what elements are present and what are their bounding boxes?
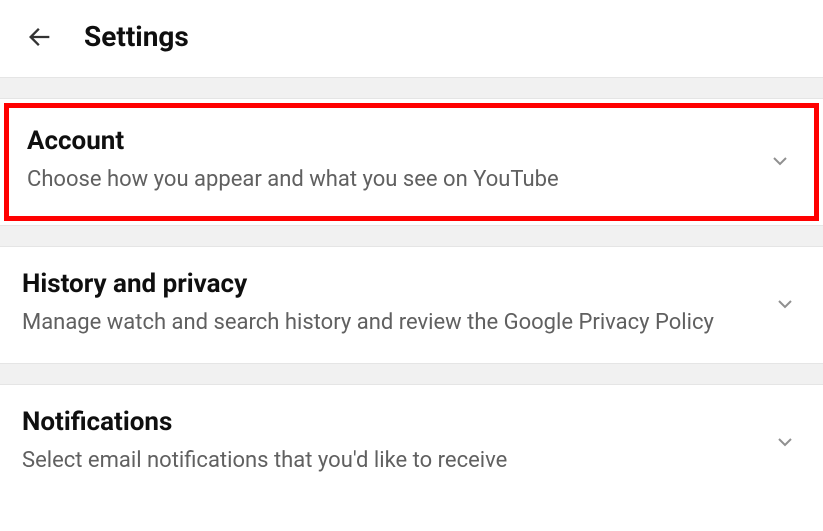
chevron-down-icon [771, 290, 799, 318]
section-divider [0, 363, 823, 385]
settings-item-text: Account Choose how you appear and what y… [27, 126, 766, 196]
chevron-down-icon [766, 147, 794, 175]
settings-item-title: Account [27, 126, 746, 156]
settings-item-text: History and privacy Manage watch and sea… [22, 269, 771, 339]
settings-header: Settings [0, 0, 823, 77]
page-title: Settings [84, 20, 189, 53]
settings-item-title: Notifications [22, 407, 751, 437]
settings-item-description: Manage watch and search history and revi… [22, 307, 751, 339]
settings-item-description: Choose how you appear and what you see o… [27, 164, 746, 196]
chevron-down-icon [771, 428, 799, 456]
section-divider [0, 225, 823, 247]
settings-item-text: Notifications Select email notifications… [22, 407, 771, 477]
settings-item-account[interactable]: Account Choose how you appear and what y… [4, 103, 819, 221]
settings-item-description: Select email notifications that you'd li… [22, 445, 751, 477]
settings-item-title: History and privacy [22, 269, 751, 299]
settings-item-history-privacy[interactable]: History and privacy Manage watch and sea… [0, 247, 823, 363]
section-divider [0, 77, 823, 99]
back-arrow-icon[interactable] [24, 21, 56, 53]
settings-item-notifications[interactable]: Notifications Select email notifications… [0, 385, 823, 501]
